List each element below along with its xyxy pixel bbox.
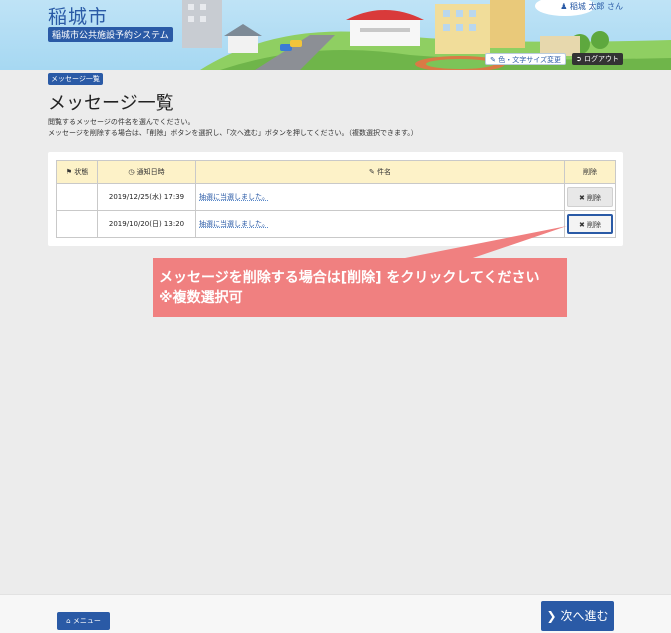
date-cell: 2019/10/20(日) 13:20 <box>97 210 196 238</box>
instruction-callout: メッセージを削除する場合は[削除] をクリックしてください ※複数選択可 <box>153 258 567 317</box>
city-title: 稲城市 <box>48 6 109 28</box>
subject-cell: 抽選に当選しました。 <box>195 210 565 238</box>
color-size-button[interactable]: ✎ 色・文字サイズ変更 <box>485 53 566 65</box>
pencil-icon: ✎ <box>490 56 496 64</box>
subject-cell: 抽選に当選しました。 <box>195 183 565 211</box>
footer-bar: ⌂ メニュー ❯ 次へ進む <box>0 594 671 633</box>
user-name-link[interactable]: ♟ 稲城 太郎 さん <box>560 1 623 12</box>
breadcrumb: メッセージ一覧 <box>48 73 103 85</box>
system-name-badge: 稲城市公共施設予約システム <box>48 27 173 42</box>
callout-line: ※複数選択可 <box>159 290 243 306</box>
date-cell: 2019/12/25(水) 17:39 <box>97 183 196 211</box>
message-table-card: ⚑ 状態 ◷ 通知日時 ✎ 件名 削除 2019/12/25(水) 17:39 <box>48 152 623 246</box>
description-line: メッセージを削除する場合は、「削除」ボタンを選択し、「次へ進む」ボタンを押してく… <box>48 129 418 137</box>
user-icon: ♟ <box>560 2 568 11</box>
message-table: ⚑ 状態 ◷ 通知日時 ✎ 件名 削除 2019/12/25(水) 17:39 <box>56 160 616 238</box>
callout-line: メッセージを削除する場合は[削除] をクリックしてください <box>159 270 540 286</box>
logout-label: ログアウト <box>584 55 619 63</box>
column-header-status: ⚑ 状態 <box>56 160 98 184</box>
subject-link[interactable]: 抽選に当選しました。 <box>199 220 269 228</box>
page-description: 閲覧するメッセージの件名を選んでください。 メッセージを削除する場合は、「削除」… <box>48 117 418 139</box>
column-header-delete: 削除 <box>564 160 616 184</box>
user-name: 稲城 太郎 さん <box>569 2 623 11</box>
delete-button[interactable]: ✖ 削除 <box>567 187 613 207</box>
delete-cell: ✖ 削除 <box>564 183 616 211</box>
color-size-label: 色・文字サイズ変更 <box>498 56 561 64</box>
page-title: メッセージ一覧 <box>48 93 174 114</box>
close-icon: ✖ <box>578 221 585 229</box>
logout-icon: ➲ <box>575 55 582 63</box>
clock-icon: ◷ <box>128 168 135 176</box>
menu-button[interactable]: ⌂ メニュー <box>57 612 110 630</box>
close-icon: ✖ <box>578 194 585 202</box>
column-header-date: ◷ 通知日時 <box>97 160 196 184</box>
pencil-icon: ✎ <box>368 168 375 176</box>
table-row: 2019/12/25(水) 17:39 抽選に当選しました。 ✖ 削除 <box>56 183 616 211</box>
status-cell <box>56 210 98 238</box>
flag-icon: ⚑ <box>65 168 73 176</box>
table-row: 2019/10/20(日) 13:20 抽選に当選しました。 ✖ 削除 <box>56 210 616 238</box>
status-cell <box>56 183 98 211</box>
delete-cell: ✖ 削除 <box>564 210 616 238</box>
table-header-row: ⚑ 状態 ◷ 通知日時 ✎ 件名 削除 <box>56 160 616 184</box>
next-button[interactable]: ❯ 次へ進む <box>541 601 614 631</box>
logout-button[interactable]: ➲ ログアウト <box>571 53 623 65</box>
chevron-right-icon: ❯ <box>546 609 557 623</box>
site-header: 稲城市 稲城市公共施設予約システム ♟ 稲城 太郎 さん ✎ 色・文字サイズ変更… <box>0 0 671 70</box>
description-line: 閲覧するメッセージの件名を選んでください。 <box>48 118 195 126</box>
column-header-subject: ✎ 件名 <box>195 160 565 184</box>
home-icon: ⌂ <box>66 617 71 625</box>
delete-button[interactable]: ✖ 削除 <box>567 214 613 234</box>
subject-link[interactable]: 抽選に当選しました。 <box>199 193 269 201</box>
